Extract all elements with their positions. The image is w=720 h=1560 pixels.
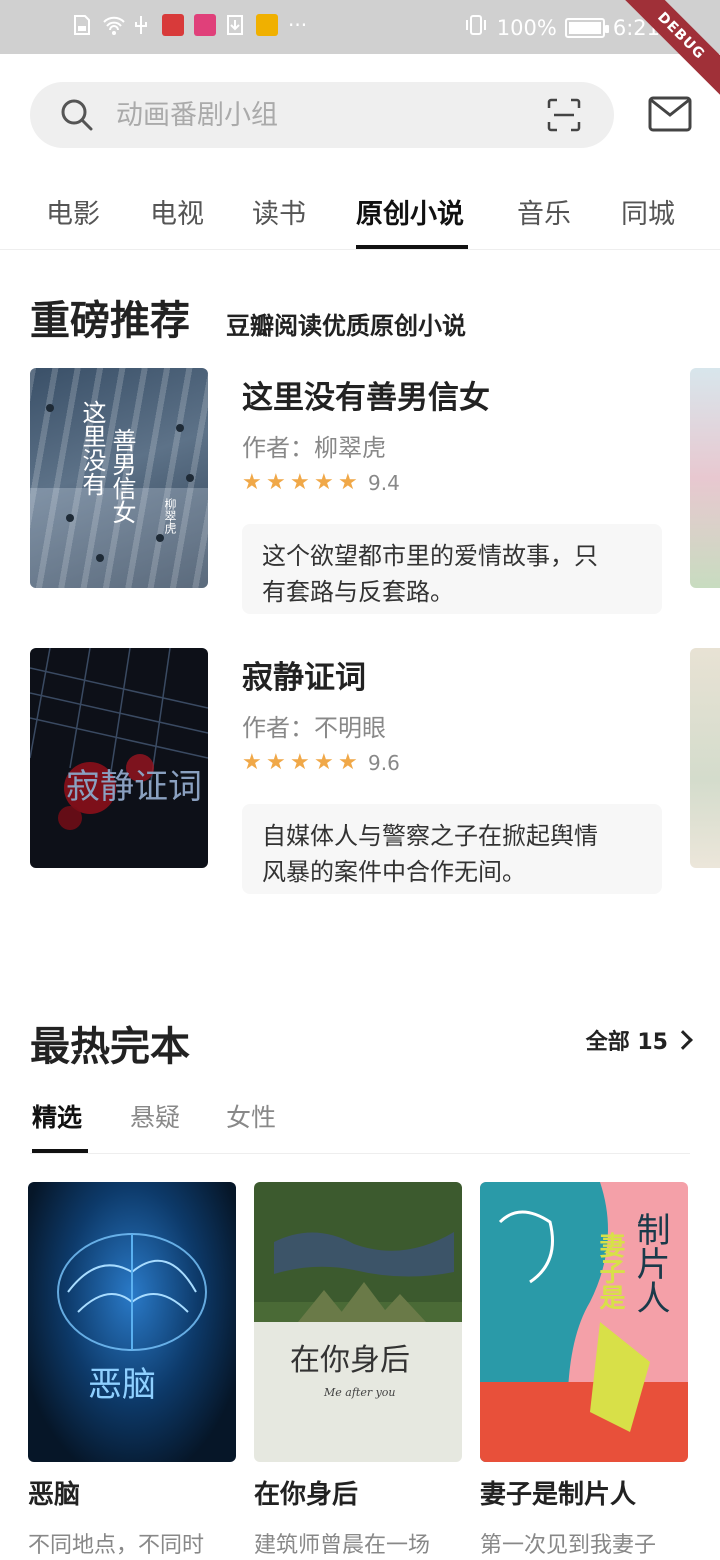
tab-original-novels[interactable]: 原创小说	[356, 192, 464, 231]
book-title[interactable]: 妻子是制片人	[480, 1474, 688, 1511]
book-cover[interactable]: 在你身后 Me after you	[254, 1182, 462, 1462]
cover-title: 恶脑	[88, 1365, 156, 1405]
active-tab-indicator	[356, 245, 468, 249]
next-item-peek[interactable]	[690, 368, 720, 588]
star-icon: ★	[290, 470, 310, 495]
hot-subtabs: 精选 悬疑 女性	[30, 1094, 690, 1154]
vibrate-icon	[463, 14, 489, 41]
search-icon	[60, 98, 94, 132]
book-description-line: 风暴的案件中合作无间。	[262, 858, 526, 886]
status-bar: ··· 100% 6:21 DEBUG	[0, 0, 720, 99]
active-subtab-indicator	[32, 1149, 88, 1153]
sim-icon	[72, 14, 92, 36]
book-card[interactable]: 恶脑 恶脑 不同地点，不同时	[28, 1182, 236, 1559]
book-title[interactable]: 在你身后	[254, 1474, 462, 1511]
book-author: 作者：不明眼	[242, 714, 386, 742]
subtab-female[interactable]: 女性	[226, 1098, 276, 1134]
book-description-line: 有套路与反套路。	[262, 578, 454, 606]
section-title-featured: 重磅推荐	[30, 298, 190, 344]
see-all-link[interactable]: 全部 15	[585, 1024, 693, 1056]
usb-icon	[132, 14, 152, 36]
star-icon: ★	[290, 750, 310, 775]
wifi-icon	[102, 14, 125, 36]
star-icon: ★	[314, 470, 334, 495]
tab-books[interactable]: 读书	[252, 192, 306, 231]
search-bar[interactable]	[30, 82, 614, 148]
cover-art: 这里没有 善男信女 柳翠虎	[30, 400, 208, 588]
featured-book[interactable]: 这里没有 善男信女 柳翠虎 这里没有善男信女 作者：柳翠虎 ★ ★ ★ ★ ★ …	[0, 368, 720, 614]
cover-title: 在你身后	[290, 1343, 410, 1378]
star-icon: ★	[266, 470, 286, 495]
book-description: 不同地点，不同时	[28, 1533, 205, 1558]
battery-percent: 100%	[496, 15, 557, 40]
star-icon: ★	[338, 750, 358, 775]
scan-icon[interactable]	[546, 97, 582, 133]
chevron-right-icon	[673, 1030, 693, 1050]
next-item-peek[interactable]	[690, 648, 720, 868]
cover-title: 妻子是	[595, 1232, 625, 1311]
battery-icon	[564, 17, 609, 38]
cover-title-2: 制片人	[630, 1212, 670, 1314]
battery-fill	[568, 21, 601, 34]
featured-book[interactable]: 寂静证词 寂静证词 作者：不明眼 ★ ★ ★ ★ ★ 9.6 自媒体人与警察之子…	[0, 648, 720, 894]
rating-score: 9.6	[368, 750, 400, 775]
tab-local[interactable]: 同城	[621, 192, 675, 231]
star-icon: ★	[314, 750, 334, 775]
book-description-line: 这个欲望都市里的爱情故事，只	[262, 542, 598, 570]
book-cover[interactable]: 寂静证词	[30, 648, 208, 868]
cover-title: 寂静证词	[66, 767, 202, 807]
cover-title-col1: 这里没有	[78, 400, 106, 496]
system-status: 100% 6:21	[463, 14, 660, 41]
category-tabs: 电影 电视 读书 原创小说 音乐 同城	[0, 180, 720, 250]
book-author: 作者：柳翠虎	[242, 434, 386, 462]
app-notification-icon	[194, 14, 216, 36]
tab-movie[interactable]: 电影	[46, 192, 100, 231]
weibo-icon	[256, 14, 278, 36]
book-card[interactable]: 妻子是 制片人 妻子是制片人 第一次见到我妻子	[480, 1182, 688, 1559]
cover-art: 妻子是 制片人	[480, 1182, 688, 1462]
cover-art: 寂静证词	[30, 648, 208, 830]
rating-score: 9.4	[368, 470, 400, 495]
cover-title-col2: 善男信女	[108, 428, 136, 524]
subtab-featured[interactable]: 精选	[32, 1098, 82, 1134]
book-description: 第一次见到我妻子	[480, 1533, 657, 1558]
tab-music[interactable]: 音乐	[517, 192, 571, 231]
book-description: 建筑师曾晨在一场	[254, 1533, 431, 1558]
book-cover[interactable]: 这里没有 善男信女 柳翠虎	[30, 368, 208, 588]
book-title[interactable]: 寂静证词	[242, 652, 366, 697]
search-input[interactable]	[116, 98, 516, 132]
cover-art: 恶脑	[57, 1233, 207, 1405]
mail-icon[interactable]	[648, 96, 692, 132]
book-description: 这个欲望都市里的爱情故事，只 有套路与反套路。	[242, 524, 662, 614]
tab-tv[interactable]: 电视	[150, 192, 204, 231]
see-all-label: 全部 15	[585, 1030, 668, 1055]
book-description: 自媒体人与警察之子在掀起舆情 风暴的案件中合作无间。	[242, 804, 662, 894]
cover-author: 柳翠虎	[163, 498, 177, 535]
notification-icons: ···	[72, 14, 307, 36]
star-icon: ★	[338, 470, 358, 495]
book-cover[interactable]: 妻子是 制片人	[480, 1182, 688, 1462]
book-description-line: 自媒体人与警察之子在掀起舆情	[262, 822, 598, 850]
subtab-mystery[interactable]: 悬疑	[130, 1098, 180, 1134]
book-title[interactable]: 恶脑	[28, 1474, 236, 1511]
download-icon	[226, 14, 246, 36]
star-icon: ★	[242, 470, 262, 495]
more-notifications-icon: ···	[288, 13, 308, 37]
book-cover[interactable]: 恶脑	[28, 1182, 236, 1462]
book-rating: ★ ★ ★ ★ ★ 9.4	[242, 470, 400, 495]
book-title[interactable]: 这里没有善男信女	[242, 372, 490, 417]
cover-subtitle: Me after you	[323, 1386, 396, 1399]
section-title-hot: 最热完本	[30, 1024, 190, 1070]
cover-art: 在你身后 Me after you	[254, 1182, 462, 1399]
section-subtitle-featured: 豆瓣阅读优质原创小说	[226, 312, 466, 340]
star-icon: ★	[242, 750, 262, 775]
star-icon: ★	[266, 750, 286, 775]
app-notification-icon	[162, 14, 184, 36]
book-rating: ★ ★ ★ ★ ★ 9.6	[242, 750, 400, 775]
book-card[interactable]: 在你身后 Me after you 在你身后 建筑师曾晨在一场	[254, 1182, 462, 1559]
